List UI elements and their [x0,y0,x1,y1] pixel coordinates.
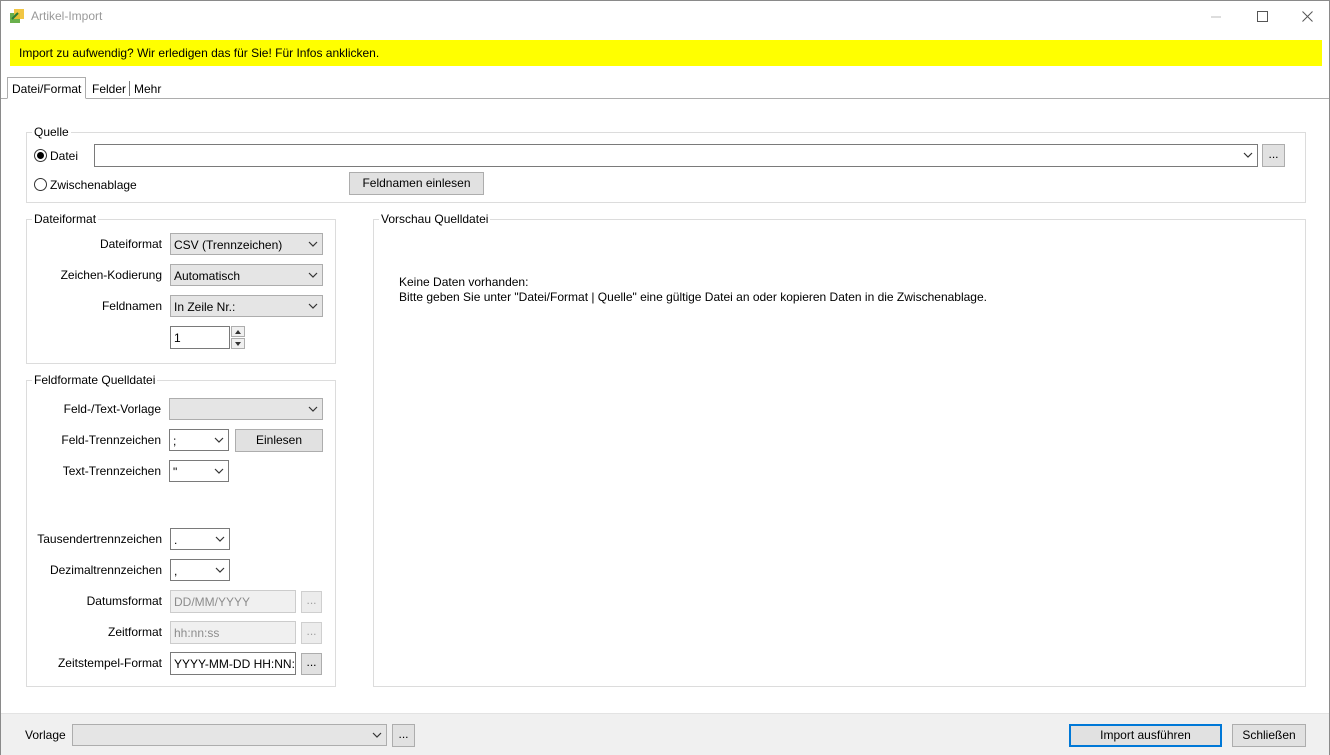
datumsformat-input[interactable]: DD/MM/YYYY [170,590,296,613]
datei-browse-button[interactable]: ... [1262,144,1285,167]
chevron-down-icon [215,536,225,542]
feldnamen-combo[interactable]: In Zeile Nr.: [170,295,323,317]
text-trenn-combo[interactable]: " [169,460,229,482]
window-title: Artikel-Import [31,9,103,23]
banner-text: Import zu aufwendig? Wir erledigen das f… [19,46,380,60]
import-ausfuehren-button[interactable]: Import ausführen [1069,724,1222,747]
feld-trenn-value: ; [173,434,177,448]
stepper-down-button[interactable] [231,338,245,349]
chevron-down-icon [214,468,224,474]
zeitstempel-input[interactable]: YYYY-MM-DD HH:NN: [170,652,296,675]
zeitformat-browse-button[interactable]: ... [301,622,322,644]
vorlage-browse-button[interactable]: ... [392,724,415,747]
maximize-button[interactable] [1239,1,1285,32]
datumsformat-browse-button[interactable]: ... [301,591,322,613]
tab-datei-format[interactable]: Datei/Format [7,77,87,99]
vorlage-combo[interactable] [72,724,387,746]
dezimal-label: Dezimaltrennzeichen [49,563,162,577]
dateiformat-value: CSV (Trennzeichen) [174,238,283,252]
dateiformat-combo[interactable]: CSV (Trennzeichen) [170,233,323,255]
quelle-group [26,132,1306,203]
chevron-down-icon [372,732,382,738]
feld-trenn-combo[interactable]: ; [169,429,229,451]
close-icon [1301,11,1313,22]
kodierung-combo[interactable]: Automatisch [170,264,323,286]
tausender-combo[interactable]: . [170,528,230,550]
dateiformat-label: Dateiformat [99,237,162,251]
app-import-icon [10,9,24,23]
zeitstempel-label: Zeitstempel-Format [57,656,162,670]
vorlage-label: Vorlage [25,728,66,742]
tab-mehr[interactable]: Mehr [130,79,165,99]
quelle-group-title: Quelle [32,125,71,139]
footer-bar: Vorlage ... Import ausführen Schließen [1,713,1329,755]
feld-trenn-label: Feld-Trennzeichen [61,433,161,447]
tausender-value: . [174,533,178,547]
vorschau-line-1: Keine Daten vorhanden: [399,275,529,289]
text-trenn-label: Text-Trennzeichen [62,464,161,478]
minimize-icon [1211,16,1221,17]
radio-datei-label: Datei [50,149,79,163]
zeitformat-input[interactable]: hh:nn:ss [170,621,296,644]
vorschau-message: Keine Daten vorhanden: Bitte geben Sie u… [399,275,987,305]
dateiformat-group-title: Dateiformat [32,212,99,226]
chevron-down-icon [308,241,318,247]
chevron-down-icon [1243,152,1253,158]
tausender-label: Tausendertrennzeichen [37,532,162,546]
minimize-button[interactable] [1193,1,1239,32]
radio-zwischenablage[interactable] [34,178,47,191]
feldformate-group-title: Feldformate Quelldatei [32,373,158,387]
arrow-up-icon [235,329,241,334]
kodierung-label: Zeichen-Kodierung [60,268,162,282]
datei-path-combo[interactable] [94,144,1258,167]
vorlage-text-label: Feld-/Text-Vorlage [63,402,161,416]
stepper-up-button[interactable] [231,326,245,337]
info-banner[interactable]: Import zu aufwendig? Wir erledigen das f… [10,40,1322,66]
kodierung-value: Automatisch [174,269,241,283]
datumsformat-label: Datumsformat [86,594,162,608]
arrow-down-icon [235,341,241,346]
chevron-down-icon [215,567,225,573]
radio-zwischenablage-label: Zwischenablage [50,178,137,192]
feldnamen-label: Feldnamen [101,299,162,313]
tab-felder[interactable]: Felder [88,79,130,99]
vorlage-text-combo[interactable] [169,398,323,420]
einlesen-button[interactable]: Einlesen [235,429,323,452]
chevron-down-icon [214,437,224,443]
chevron-down-icon [308,406,318,412]
chevron-down-icon [308,303,318,309]
text-trenn-value: " [173,465,178,479]
radio-datei[interactable] [34,149,47,162]
close-window-button[interactable] [1284,1,1330,32]
dezimal-value: , [174,564,178,578]
zeitstempel-browse-button[interactable]: ... [301,653,322,675]
zeile-nr-input[interactable]: 1 [170,326,230,349]
chevron-down-icon [308,272,318,278]
feldnamen-einlesen-button[interactable]: Feldnamen einlesen [349,172,484,195]
tab-strip-line [1,98,1329,99]
maximize-icon [1256,11,1268,22]
vorschau-group-title: Vorschau Quelldatei [379,212,491,226]
title-bar: Artikel-Import [1,1,1329,32]
zeile-nr-stepper[interactable] [231,326,245,349]
import-dialog: Artikel-Import Import zu aufwendig? Wir … [0,0,1330,755]
schliessen-button[interactable]: Schließen [1232,724,1306,747]
zeitformat-label: Zeitformat [107,625,162,639]
feldnamen-value: In Zeile Nr.: [174,300,236,314]
vorschau-line-2: Bitte geben Sie unter "Datei/Format | Qu… [399,290,987,304]
dezimal-combo[interactable]: , [170,559,230,581]
